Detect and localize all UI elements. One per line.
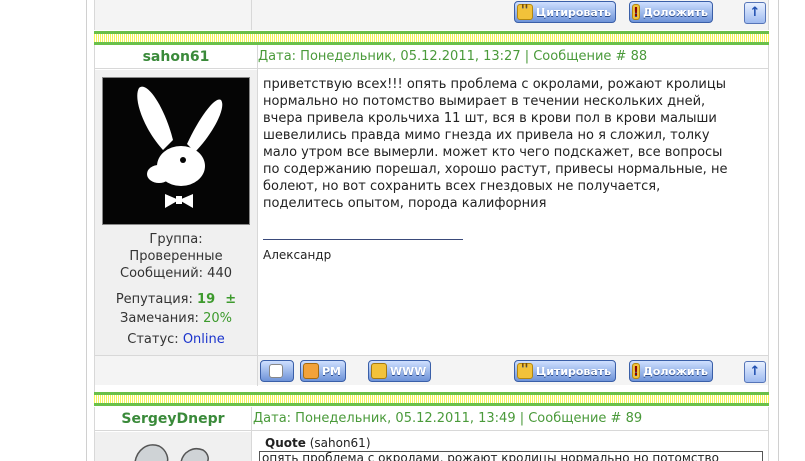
page-border-left: [86, 0, 87, 461]
post-header: SergeyDnepr Дата: Понедельник, 05.12.201…: [95, 407, 768, 431]
quote-button[interactable]: Цитировать: [514, 360, 617, 382]
post-body: приветствую всех!!! опять проблема с окр…: [263, 77, 728, 211]
post-author-nickname[interactable]: SergeyDnepr: [95, 407, 251, 431]
remarks: Замечания: 20%: [120, 311, 232, 326]
page-border-right: [778, 0, 779, 461]
avatar: [102, 77, 250, 225]
scroll-top-button[interactable]: ↑: [744, 2, 766, 24]
quote-icon: [517, 2, 533, 20]
home-icon: [371, 363, 387, 379]
report-button[interactable]: ! Доложить: [629, 360, 713, 382]
post-author-nickname[interactable]: sahon61: [95, 45, 257, 69]
post-separator: [94, 392, 769, 406]
report-button[interactable]: ! Доложить: [629, 1, 713, 23]
reputation: Репутация: 19 ±: [115, 292, 237, 307]
author-panel: Группа: Проверенные Сообщений: 440 Репут…: [95, 70, 257, 355]
post-action-bar: PM WWW Цитировать ! Доложить ↑: [95, 355, 768, 386]
reputation-change-icon[interactable]: ±: [225, 292, 236, 307]
reputation-value[interactable]: 19: [197, 292, 215, 307]
pm-button[interactable]: PM: [300, 360, 347, 382]
messages-count: Сообщений: 440: [120, 266, 232, 281]
quote-icon: [517, 361, 533, 379]
group-label: Группа:: [149, 232, 203, 247]
forum-post: sahon61 Дата: Понедельник, 05.12.2011, 1…: [94, 45, 769, 392]
quote-header: Quote (sahon61): [265, 436, 371, 450]
status-value: Online: [182, 332, 225, 347]
author-panel: [95, 432, 251, 461]
bunny-logo-icon: [103, 78, 249, 224]
remarks-value: 20%: [203, 311, 232, 326]
group-value: Проверенные: [129, 249, 223, 264]
forum-post: SergeyDnepr Дата: Понедельник, 05.12.201…: [94, 407, 769, 461]
users-icon: [303, 363, 319, 379]
post-meta: Дата: Понедельник, 05.12.2011, 13:27 | С…: [258, 49, 648, 64]
post-header: sahon61 Дата: Понедельник, 05.12.2011, 1…: [95, 45, 768, 69]
quote-button[interactable]: Цитировать: [514, 1, 617, 23]
scroll-top-button[interactable]: ↑: [744, 361, 766, 383]
signature-divider: [263, 239, 463, 240]
profile-button[interactable]: [260, 360, 294, 382]
status: Статус: Online: [127, 332, 225, 347]
quote-body: опять проблема с окролами, рожают кролиц…: [259, 451, 763, 461]
post-meta: Дата: Понедельник, 05.12.2011, 13:49 | С…: [253, 411, 643, 426]
profile-icon: [269, 364, 283, 378]
prev-post-action-bar: Цитировать ! Доложить ↑: [94, 0, 769, 30]
exclamation-icon: !: [632, 363, 640, 379]
avatar: [134, 444, 209, 461]
signature: Александр: [263, 248, 332, 262]
post-separator: [94, 31, 769, 45]
exclamation-icon: !: [632, 4, 640, 20]
www-button[interactable]: WWW: [368, 360, 432, 382]
